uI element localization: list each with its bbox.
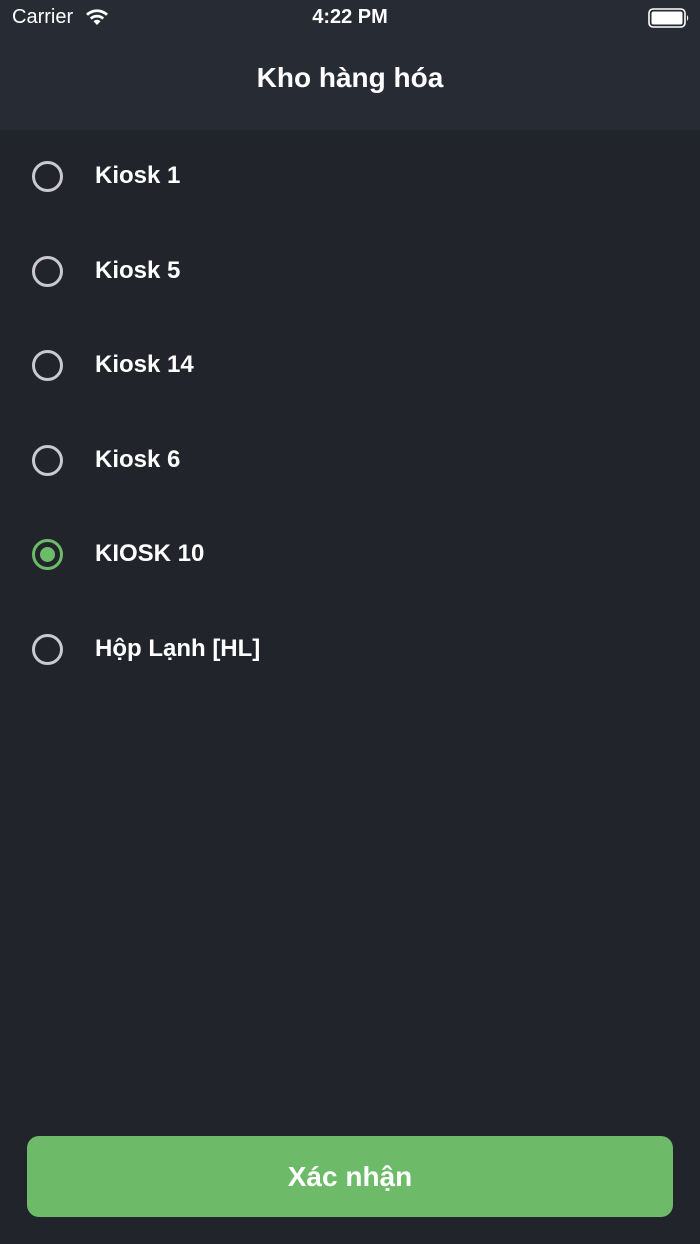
radio-button[interactable] (32, 161, 63, 192)
status-time: 4:22 PM (312, 6, 388, 28)
battery-full-icon (648, 8, 690, 28)
radio-button[interactable] (32, 633, 63, 665)
status-bar: Carrier 4:22 PM (0, 0, 700, 38)
warehouse-option-list: Kiosk 1 Kiosk 5 Kiosk 14 Kiosk 6 KIOSK 1… (0, 130, 700, 698)
option-row[interactable]: Kiosk 6 (0, 414, 700, 509)
option-label: Kiosk 6 (95, 445, 181, 473)
option-label: Hộp Lạnh [HL] (95, 634, 261, 662)
screen: Carrier 4:22 PM Kho hàng hóa Kiosk 1 Kio… (0, 0, 700, 1244)
radio-button[interactable] (32, 255, 63, 287)
option-row[interactable]: KIOSK 10 (0, 508, 700, 603)
option-row[interactable]: Kiosk 1 (0, 130, 700, 225)
header: Carrier 4:22 PM Kho hàng hóa (0, 0, 700, 130)
option-label: Kiosk 5 (95, 256, 181, 284)
radio-button[interactable] (32, 350, 63, 382)
page-title: Kho hàng hóa (256, 62, 444, 93)
option-row[interactable]: Hộp Lạnh [HL] (0, 603, 700, 698)
option-label: Kiosk 14 (95, 351, 194, 379)
option-row[interactable]: Kiosk 14 (0, 319, 700, 414)
option-row[interactable]: Kiosk 5 (0, 225, 700, 320)
option-label: KIOSK 10 (95, 540, 205, 568)
confirm-button[interactable]: Xác nhận (27, 1136, 673, 1217)
radio-button[interactable] (32, 444, 63, 476)
radio-dot-icon (40, 547, 55, 563)
option-label: Kiosk 1 (95, 162, 181, 189)
radio-button[interactable] (32, 539, 63, 571)
